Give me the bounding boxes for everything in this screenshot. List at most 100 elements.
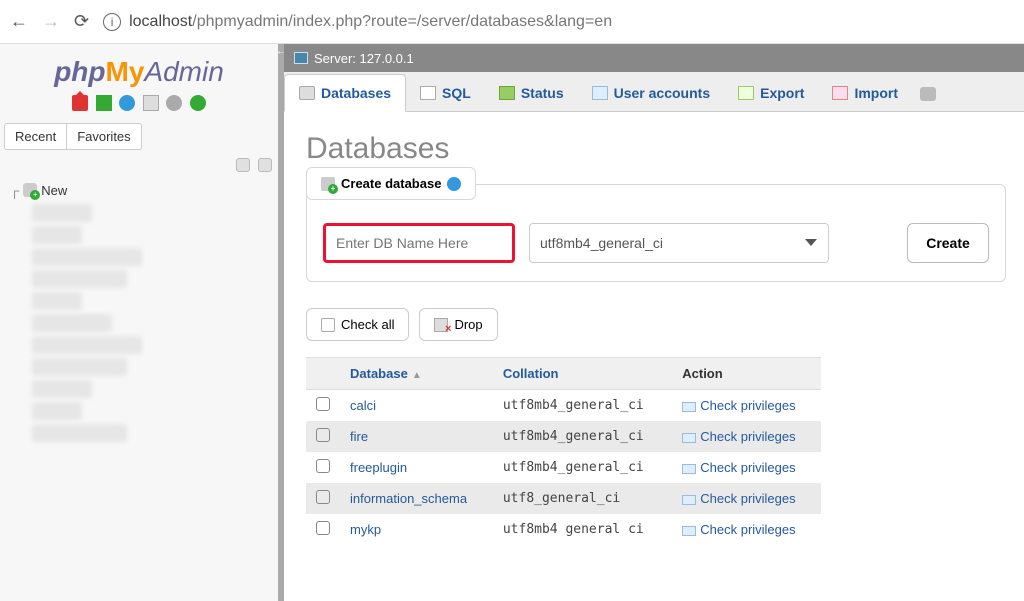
browser-forward-button[interactable]: →: [42, 11, 60, 32]
site-info-icon[interactable]: i: [103, 13, 121, 31]
table-row: mykp utf8mb4 general ci Check privileges: [306, 514, 821, 545]
check-all-button[interactable]: Check all: [306, 308, 409, 341]
tab-export[interactable]: Export: [724, 75, 818, 111]
tree-item[interactable]: [32, 204, 92, 222]
browser-back-button[interactable]: ←: [10, 11, 28, 32]
address-bar[interactable]: i localhost/phpmyadmin/index.php?route=/…: [103, 13, 612, 31]
url-path: /phpmyadmin/index.php?route=/server/data…: [192, 13, 612, 30]
import-icon: [832, 86, 848, 100]
tree-item[interactable]: [32, 270, 127, 288]
sidebar: phpMyAdmin Recent Favorites ┌ New: [0, 44, 278, 601]
create-db-icon: [321, 177, 335, 191]
col-action: Action: [672, 358, 821, 390]
col-collation[interactable]: Collation: [493, 358, 672, 390]
row-collation: utf8mb4_general_ci: [493, 452, 672, 483]
row-collation: utf8_general_ci: [493, 483, 672, 514]
database-link[interactable]: fire: [350, 429, 368, 444]
collation-select[interactable]: utf8mb4_general_ci: [529, 223, 829, 263]
database-tree: ┌ New: [0, 177, 278, 442]
tree-item[interactable]: [32, 424, 127, 442]
tab-databases[interactable]: Databases: [284, 74, 406, 112]
tab-sql[interactable]: SQL: [406, 75, 485, 111]
table-row: calci utf8mb4_general_ci Check privileges: [306, 390, 821, 422]
database-name-input[interactable]: [323, 223, 515, 263]
tree-item[interactable]: [32, 358, 127, 376]
tree-item[interactable]: [32, 380, 92, 398]
logout-icon[interactable]: [96, 95, 112, 111]
database-icon: [299, 86, 315, 100]
home-icon[interactable]: [72, 95, 88, 111]
tab-more[interactable]: [912, 77, 944, 111]
collapse-tree-icon[interactable]: [236, 158, 250, 172]
database-link[interactable]: calci: [350, 398, 376, 413]
database-link[interactable]: information_schema: [350, 491, 467, 506]
tab-favorites[interactable]: Favorites: [67, 123, 141, 150]
privileges-icon: [682, 464, 696, 474]
users-icon: [592, 86, 608, 100]
col-database[interactable]: Database▲: [340, 358, 493, 390]
server-breadcrumb[interactable]: Server: 127.0.0.1: [284, 44, 1024, 72]
tree-item[interactable]: [32, 314, 112, 332]
table-row: information_schema utf8_general_ci Check p…: [306, 483, 821, 514]
row-checkbox[interactable]: [316, 397, 330, 411]
logo-toolbar: [0, 94, 278, 119]
browser-reload-button[interactable]: ⟳: [74, 11, 89, 32]
create-database-header: Create database: [306, 167, 476, 200]
check-privileges-link[interactable]: Check privileges: [700, 429, 795, 444]
check-privileges-link[interactable]: Check privileges: [700, 522, 795, 537]
tree-item[interactable]: [32, 292, 82, 310]
sort-asc-icon: ▲: [412, 370, 422, 381]
tree-item[interactable]: [32, 402, 82, 420]
check-privileges-link[interactable]: Check privileges: [700, 460, 795, 475]
database-link[interactable]: mykp: [350, 522, 381, 537]
wrench-icon: [920, 87, 936, 101]
privileges-icon: [682, 526, 696, 536]
row-collation: utf8mb4_general_ci: [493, 421, 672, 452]
tab-user-accounts[interactable]: User accounts: [578, 75, 724, 111]
tab-status[interactable]: Status: [485, 75, 578, 111]
create-button[interactable]: Create: [907, 223, 989, 263]
row-checkbox[interactable]: [316, 521, 330, 535]
privileges-icon: [682, 433, 696, 443]
recent-favorites-tabs: Recent Favorites: [4, 123, 278, 150]
row-checkbox[interactable]: [316, 428, 330, 442]
link-tree-icon[interactable]: [258, 158, 272, 172]
tab-recent[interactable]: Recent: [4, 123, 67, 150]
browser-bar: ← → ⟳ i localhost/phpmyadmin/index.php?r…: [0, 0, 1024, 44]
phpmyadmin-logo[interactable]: phpMyAdmin: [0, 44, 278, 94]
row-collation: utf8mb4 general ci: [493, 514, 672, 545]
tree-item[interactable]: [32, 336, 142, 354]
tree-item[interactable]: [32, 248, 142, 266]
docs-icon[interactable]: [119, 95, 135, 111]
help-icon[interactable]: [447, 177, 461, 191]
export-icon: [738, 86, 754, 100]
row-checkbox[interactable]: [316, 459, 330, 473]
row-collation: utf8mb4_general_ci: [493, 390, 672, 422]
page-title: Databases: [306, 132, 1006, 166]
sql-docs-icon[interactable]: [143, 95, 159, 111]
check-privileges-link[interactable]: Check privileges: [700, 398, 795, 413]
top-nav: Databases SQL Status User accounts Expor…: [284, 72, 1024, 112]
drop-button[interactable]: Drop: [419, 308, 497, 341]
row-checkbox[interactable]: [316, 490, 330, 504]
tree-item[interactable]: [32, 226, 82, 244]
new-database-link[interactable]: ┌ New: [10, 181, 278, 200]
new-db-icon: [23, 183, 37, 197]
settings-icon[interactable]: [166, 95, 182, 111]
check-all-checkbox[interactable]: [321, 318, 335, 332]
table-row: fire utf8mb4_general_ci Check privileges: [306, 421, 821, 452]
databases-table: Database▲ Collation Action calci utf8mb4_…: [306, 357, 821, 545]
sidebar-resize-handle[interactable]: [278, 44, 284, 601]
privileges-icon: [682, 495, 696, 505]
privileges-icon: [682, 402, 696, 412]
drop-icon: [434, 318, 448, 332]
check-privileges-link[interactable]: Check privileges: [700, 491, 795, 506]
reload-icon[interactable]: [190, 95, 206, 111]
server-icon: [294, 52, 308, 64]
url-host: localhost: [129, 13, 192, 30]
main-panel: Server: 127.0.0.1 Databases SQL Status U…: [278, 44, 1024, 601]
table-row: freeplugin utf8mb4_general_ci Check privil…: [306, 452, 821, 483]
create-database-panel: Create database utf8mb4_general_ci Creat…: [306, 184, 1006, 282]
tab-import[interactable]: Import: [818, 75, 912, 111]
database-link[interactable]: freeplugin: [350, 460, 407, 475]
